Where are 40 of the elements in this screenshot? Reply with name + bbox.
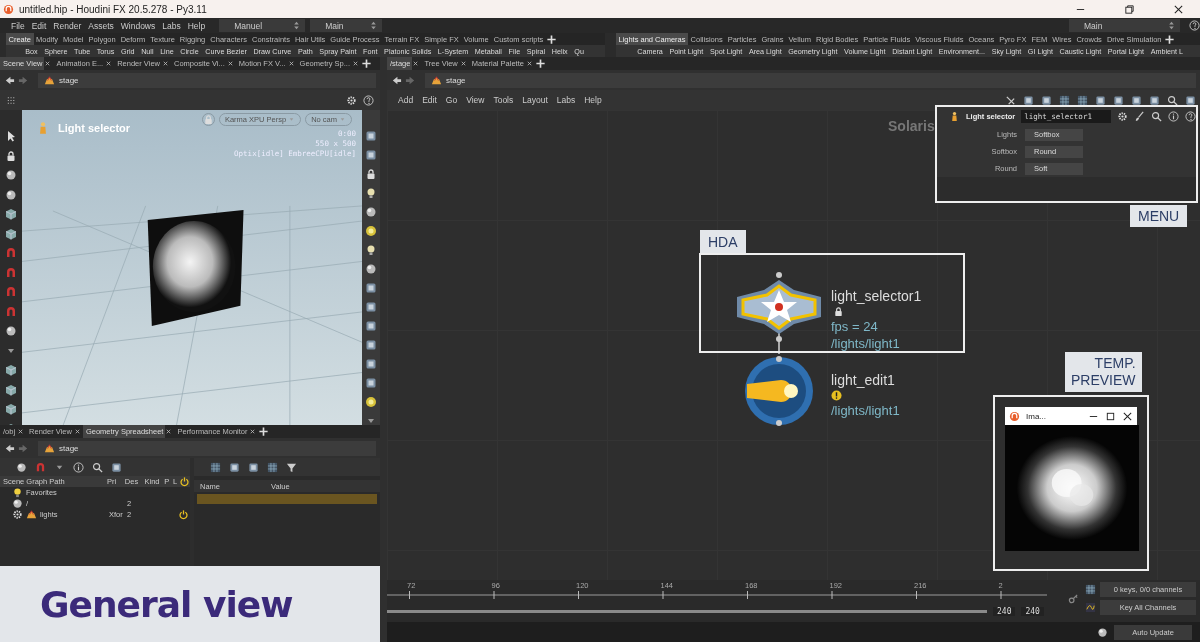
menu-item[interactable]: File (8, 20, 28, 31)
window-title: Ima... (1026, 411, 1046, 421)
menu-item[interactable]: Tools (490, 95, 517, 105)
node-name: light_selector1 (831, 288, 922, 304)
viewport-title: Light selector (36, 120, 131, 136)
callout-label: MENU (1130, 205, 1188, 227)
node-name: light_edit1 (831, 372, 895, 388)
context-dropdown[interactable]: Main (1069, 19, 1180, 32)
path-field[interactable]: stage (38, 72, 376, 88)
menu-item[interactable]: Layout (519, 95, 551, 105)
menu-item[interactable]: Add (395, 95, 417, 105)
callout-label: TEMP. (1094, 355, 1136, 372)
path-field[interactable]: stage (38, 440, 376, 456)
end-frame-field[interactable]: 240 (993, 607, 1016, 616)
menu-item[interactable]: View (463, 95, 488, 105)
menu-item[interactable]: Labs (553, 95, 579, 105)
desktop-dropdown[interactable]: Manuel (219, 19, 306, 32)
context-dropdown[interactable]: Main (310, 19, 383, 32)
context-label: Solaris (888, 118, 935, 134)
menu-item[interactable]: Render (50, 20, 85, 31)
path-field[interactable]: stage (425, 72, 1196, 88)
caption-label: General view (40, 583, 293, 625)
menu-item[interactable]: Windows (117, 20, 159, 31)
path-text: stage (59, 443, 79, 453)
path-text: stage (446, 75, 466, 85)
range-end-field[interactable]: 240 (1021, 607, 1044, 616)
callout-label: PREVIEW (1071, 372, 1136, 389)
menu-item[interactable]: Assets (85, 20, 117, 31)
menu-item[interactable]: Labs (159, 20, 184, 31)
path-text: stage (59, 75, 79, 85)
window-title: untitled.hip - Houdini FX 20.5.278 - Py3.11 (19, 3, 207, 15)
menu-item[interactable]: Go (442, 95, 461, 105)
menu-item[interactable]: Help (581, 95, 605, 105)
menu-item[interactable]: Help (184, 20, 209, 31)
menu-item[interactable]: Edit (28, 20, 50, 31)
node-info: fps = 24 (831, 319, 878, 334)
callout-label: HDA (700, 230, 746, 254)
node-output-path: /lights/light1 (831, 336, 900, 351)
node-output-path: /lights/light1 (831, 403, 900, 418)
menu-item[interactable]: Edit (419, 95, 440, 105)
